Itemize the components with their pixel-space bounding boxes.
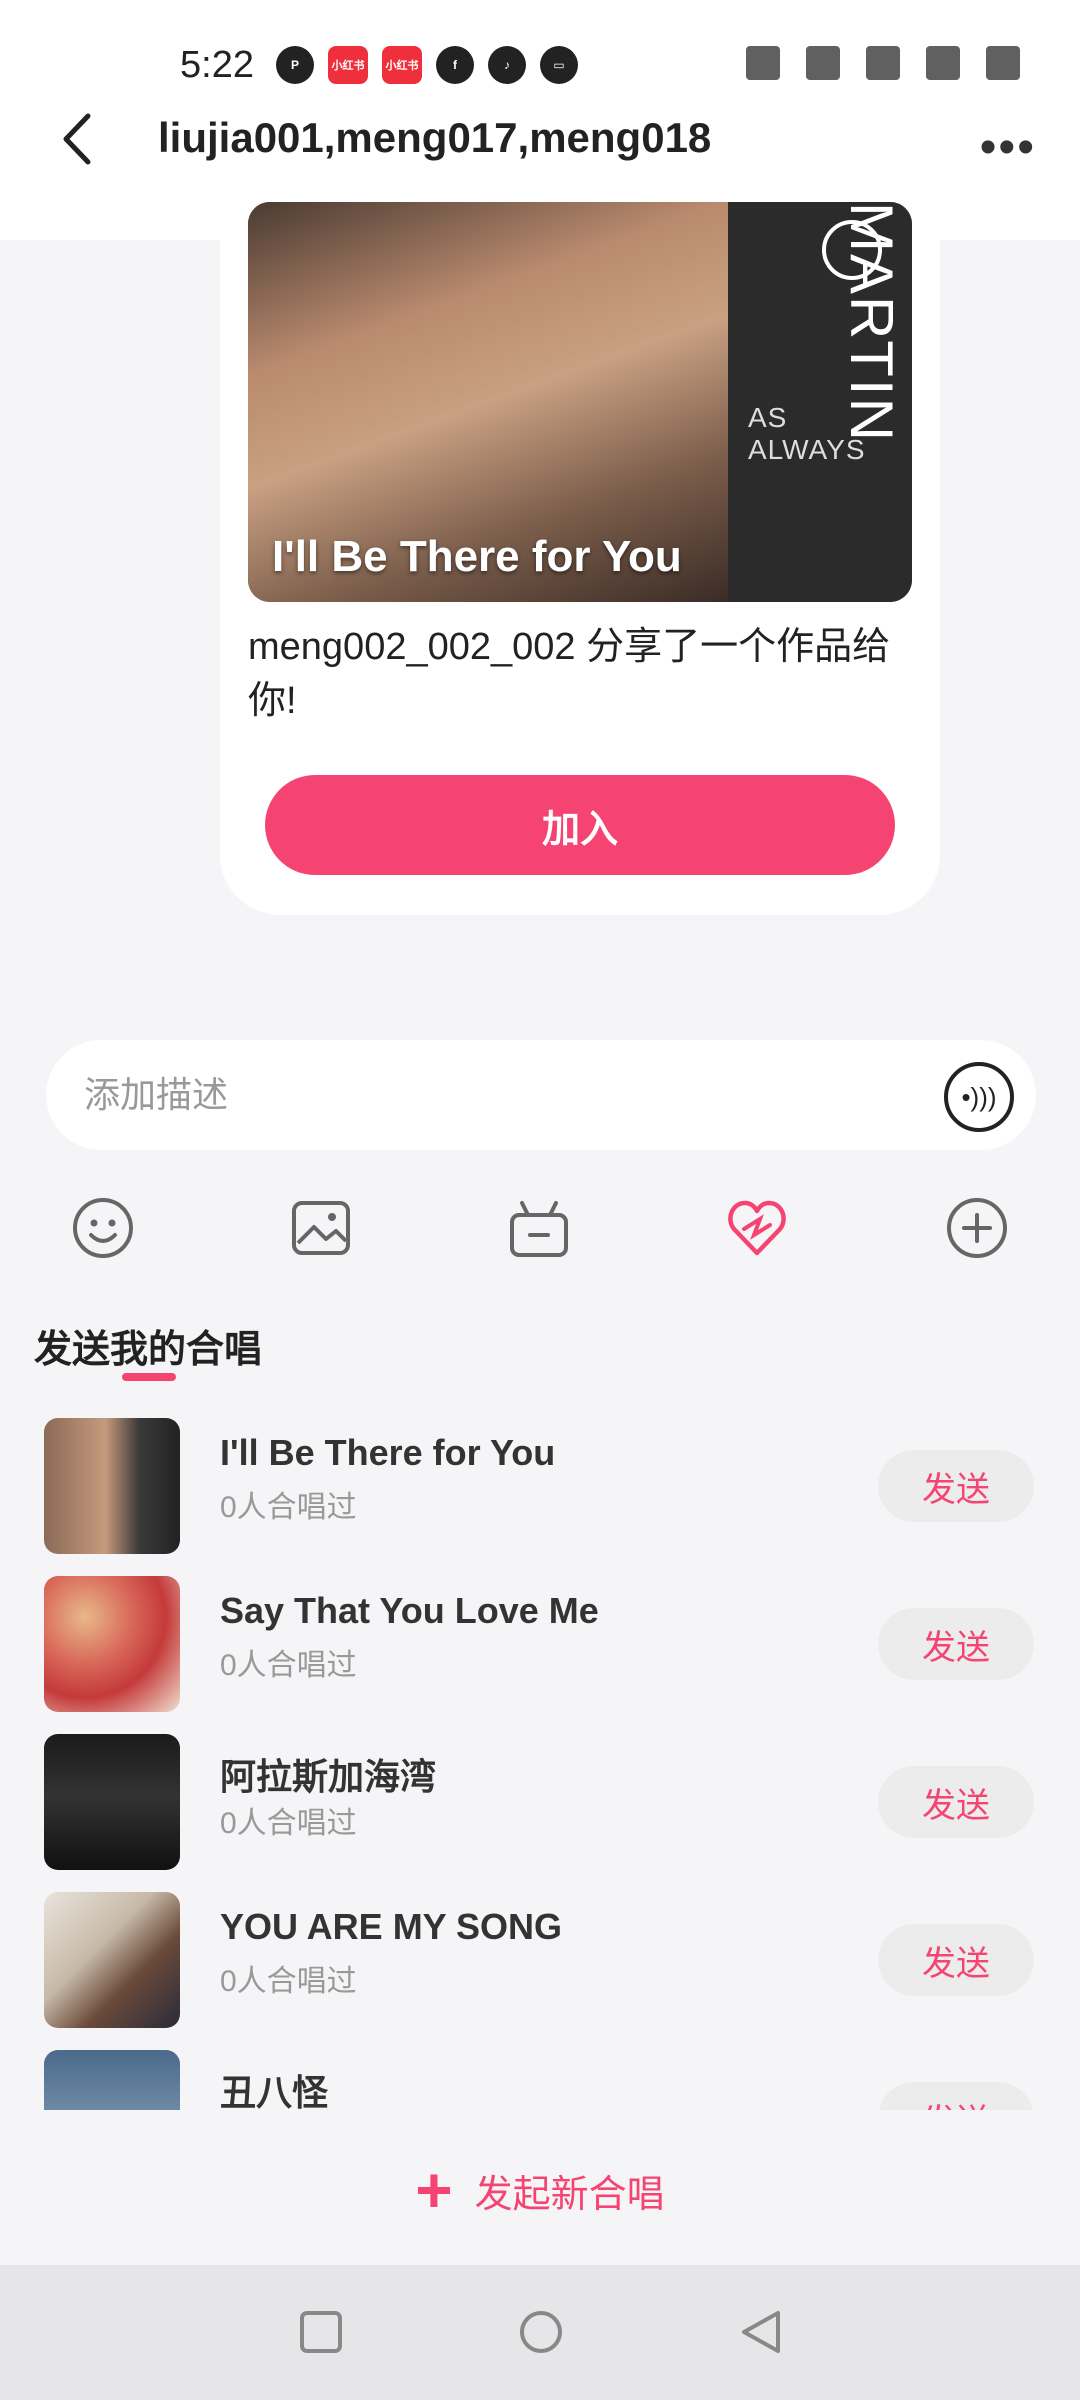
cover-title: I'll Be There for You [272,532,682,581]
chorus-count: 0人合唱过 [220,1807,357,1840]
start-new-chorus-button[interactable]: + 发起新合唱 [0,2150,1080,2230]
wallet-icon: ▭ [540,46,578,84]
description-input[interactable] [84,1066,904,1124]
wifi-icon [806,46,840,80]
send-button[interactable]: 发送 [878,1766,1034,1838]
add-more-icon[interactable] [944,1195,1010,1261]
facebook-icon: f [436,46,474,84]
song-cover[interactable]: AS ALWAYS MARTIN NIEVERA I'll Be There f… [248,202,912,602]
song-thumbnail [44,1576,180,1712]
send-button[interactable]: 发送 [878,1450,1034,1522]
xiaohongshu-icon-2: 小红书 [382,46,422,84]
home-button[interactable] [518,2309,564,2355]
recents-button[interactable] [298,2309,344,2355]
square-icon [300,2311,342,2353]
list-item[interactable]: Say That You Love Me 0人合唱过 发送 [0,1568,1080,1718]
list-item[interactable]: I'll Be There for You 0人合唱过 发送 [0,1410,1080,1560]
vibrate-icon [746,46,780,80]
start-new-chorus-label: 发起新合唱 [474,2173,665,2216]
song-thumbnail [44,2050,180,2110]
notification-icons: P 小红书 小红书 f ♪ ▭ [276,46,578,84]
list-item[interactable]: 阿拉斯加海湾 0人合唱过 发送 [0,1726,1080,1876]
send-button[interactable]: 发送 [878,1608,1034,1680]
signal-icon [866,46,900,80]
chevron-left-icon [63,113,91,165]
system-nav-bar [0,2265,1080,2400]
status-bar: 5:22 P 小红书 小红书 f ♪ ▭ [0,0,1080,110]
chorus-heart-icon[interactable] [724,1195,790,1261]
image-icon[interactable] [288,1195,354,1261]
song-title: YOU ARE MY SONG [220,1906,563,1947]
list-item[interactable]: 丑八怪 发送 [0,2042,1080,2110]
tab-indicator [122,1373,176,1381]
more-options-button[interactable]: ••• [980,120,1036,175]
song-title: Say That You Love Me [220,1590,599,1631]
circle-icon [520,2311,562,2353]
triangle-back-icon [742,2311,780,2353]
xiaohongshu-icon: 小红书 [328,46,368,84]
composer-toolbar [0,1195,1080,1275]
share-message: meng002_002_002 分享了一个作品给你! [248,626,891,722]
voice-input-icon[interactable]: •))) [944,1062,1014,1132]
cover-artist-text: MARTIN NIEVERA [846,202,905,443]
description-input-bar: •))) [46,1040,1036,1150]
chorus-count: 0人合唱过 [220,1649,357,1682]
battery-icon [986,46,1020,80]
list-item[interactable]: YOU ARE MY SONG 0人合唱过 发送 [0,1884,1080,2034]
join-button[interactable]: 加入 [265,775,895,875]
emoji-icon[interactable] [70,1195,136,1261]
song-title: 阿拉斯加海湾 [220,1756,437,1797]
chat-title: liujia001,meng017,meng018 [158,114,712,161]
signal-icon-2 [926,46,960,80]
tiktok-icon: ♪ [488,46,526,84]
gift-icon[interactable] [506,1195,572,1261]
back-button[interactable] [52,104,102,174]
app-notification-icon: P [276,46,314,84]
system-status-icons [746,46,1020,80]
send-button[interactable]: 发送 [878,2082,1034,2110]
song-thumbnail [44,1734,180,1870]
song-title: 丑八怪 [220,2072,329,2110]
song-thumbnail [44,1892,180,2028]
status-time: 5:22 [180,44,254,86]
song-thumbnail [44,1418,180,1554]
chorus-count: 0人合唱过 [220,1965,357,1998]
tab-my-chorus[interactable]: 发送我的合唱 [34,1318,262,1373]
system-back-button[interactable] [738,2309,784,2355]
chorus-list[interactable]: I'll Be There for You 0人合唱过 发送 Say That … [0,1410,1080,2110]
send-button[interactable]: 发送 [878,1924,1034,1996]
chorus-count: 0人合唱过 [220,1491,357,1524]
plus-icon: + [415,2154,453,2226]
song-title: I'll Be There for You [220,1432,556,1473]
